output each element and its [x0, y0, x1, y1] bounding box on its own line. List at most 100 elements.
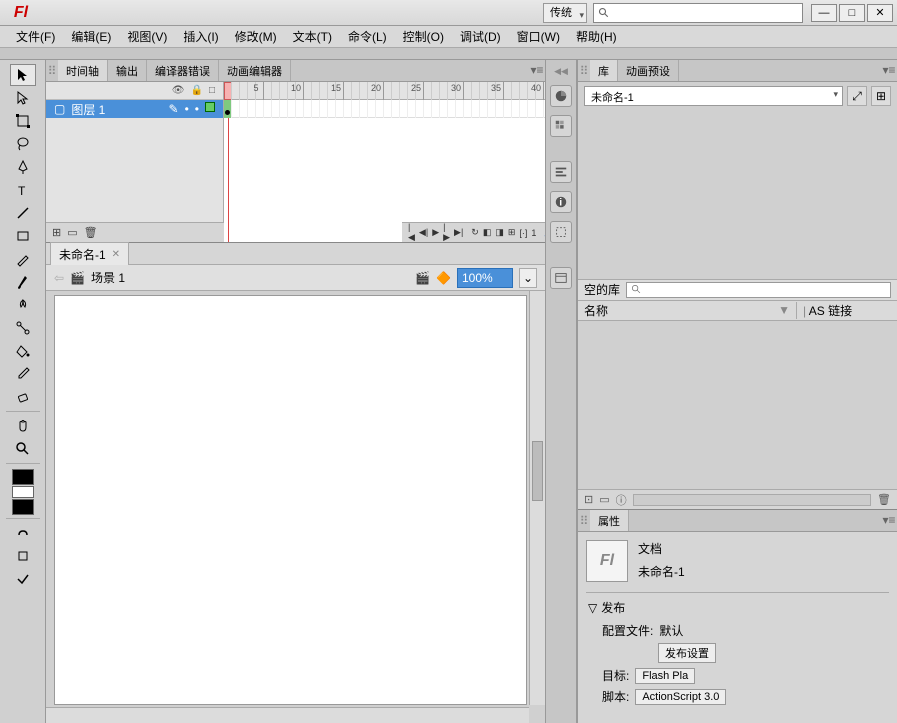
- layer-visible-dot[interactable]: •: [185, 102, 189, 116]
- fill-color-swatch[interactable]: [12, 499, 34, 515]
- free-transform-tool[interactable]: [10, 110, 36, 132]
- stroke-color-swatch[interactable]: [12, 469, 34, 485]
- tab-motion-editor[interactable]: 动画编辑器: [219, 60, 291, 81]
- selection-tool[interactable]: [10, 64, 36, 86]
- eye-column-icon[interactable]: 👁: [172, 85, 185, 96]
- onion-skin-button[interactable]: ◧: [483, 226, 492, 240]
- snap-to-objects-toggle[interactable]: [10, 522, 36, 544]
- delete-layer-button[interactable]: 🗑: [84, 226, 98, 239]
- eyedropper-tool[interactable]: [10, 363, 36, 385]
- outline-column-icon[interactable]: □: [209, 85, 215, 96]
- pen-tool[interactable]: [10, 156, 36, 178]
- library-scrollbar[interactable]: [633, 494, 871, 506]
- menu-modify[interactable]: 修改(M): [229, 26, 283, 47]
- script-dropdown[interactable]: ActionScript 3.0: [635, 689, 726, 705]
- layer-outline-box[interactable]: [205, 102, 215, 112]
- rectangle-tool[interactable]: [10, 225, 36, 247]
- fps-display[interactable]: 24.00 fps: [544, 222, 545, 243]
- vertical-scrollbar[interactable]: [529, 291, 545, 705]
- close-document-button[interactable]: ✕: [112, 249, 120, 260]
- tab-compiler-errors[interactable]: 编译器错误: [147, 60, 219, 81]
- menu-window[interactable]: 窗口(W): [511, 26, 566, 47]
- brush-tool[interactable]: [10, 271, 36, 293]
- step-forward-button[interactable]: |▶: [443, 226, 450, 240]
- goto-first-frame-button[interactable]: |◀: [408, 226, 415, 240]
- tab-output[interactable]: 输出: [108, 60, 147, 81]
- modify-markers-button[interactable]: [·]: [519, 226, 527, 240]
- bone-tool[interactable]: [10, 317, 36, 339]
- menu-insert[interactable]: 插入(I): [177, 26, 224, 47]
- goto-last-frame-button[interactable]: ▶|: [454, 226, 463, 240]
- subselection-tool[interactable]: [10, 87, 36, 109]
- scene-back-button[interactable]: ⇦: [54, 271, 64, 285]
- help-search-input[interactable]: [593, 3, 803, 23]
- transform-panel-button[interactable]: [550, 221, 572, 243]
- horizontal-scrollbar[interactable]: [46, 707, 529, 723]
- stage-canvas[interactable]: [54, 295, 527, 705]
- code-snippets-panel-button[interactable]: [550, 267, 572, 289]
- publish-settings-button[interactable]: 发布设置: [658, 643, 716, 663]
- frames-area[interactable]: 510152025303540 |◀ ◀| ▶ |▶ ▶| ↻ ◧ ◨ ⊞: [224, 82, 545, 242]
- pencil-tool[interactable]: [10, 248, 36, 270]
- library-column-aslink[interactable]: | AS 链接: [797, 302, 897, 319]
- menu-view[interactable]: 视图(V): [121, 26, 173, 47]
- maximize-button[interactable]: □: [839, 4, 865, 22]
- deco-tool[interactable]: [10, 294, 36, 316]
- panel-grip-icon[interactable]: ⠿: [46, 60, 58, 81]
- eraser-tool[interactable]: [10, 386, 36, 408]
- line-tool[interactable]: [10, 202, 36, 224]
- current-frame-field[interactable]: 1: [531, 226, 536, 240]
- new-symbol-button[interactable]: ⊡: [584, 493, 593, 506]
- lock-column-icon[interactable]: 🔒: [191, 85, 203, 96]
- document-tab[interactable]: 未命名-1 ✕: [50, 242, 129, 266]
- zoom-field[interactable]: 100%: [457, 268, 513, 288]
- library-item-list[interactable]: [578, 321, 897, 490]
- dock-expand-icon[interactable]: ◀◀: [554, 66, 568, 77]
- menu-debug[interactable]: 调试(D): [454, 26, 507, 47]
- paint-bucket-tool[interactable]: [10, 340, 36, 362]
- menu-text[interactable]: 文本(T): [287, 26, 338, 47]
- library-document-dropdown[interactable]: 未命名-1: [584, 86, 843, 106]
- panel-menu-icon[interactable]: ▾≡: [881, 60, 897, 81]
- lasso-tool[interactable]: [10, 133, 36, 155]
- menu-file[interactable]: 文件(F): [10, 26, 61, 47]
- step-back-button[interactable]: ◀|: [419, 226, 428, 240]
- menu-edit[interactable]: 编辑(E): [65, 26, 117, 47]
- workspace-layout-dropdown[interactable]: 传统: [543, 3, 587, 23]
- panel-grip-icon[interactable]: ⠿: [578, 60, 590, 81]
- tab-motion-presets[interactable]: 动画预设: [618, 60, 679, 81]
- text-tool[interactable]: T: [10, 179, 36, 201]
- zoom-tool[interactable]: [10, 438, 36, 460]
- loop-button[interactable]: ↻: [471, 226, 479, 240]
- layer-row[interactable]: ▢ 图层 1 ✎ • •: [46, 100, 223, 118]
- publish-section-toggle[interactable]: ▽ 发布: [588, 599, 887, 616]
- menu-help[interactable]: 帮助(H): [570, 26, 623, 47]
- delete-button[interactable]: 🗑: [877, 493, 891, 506]
- swap-colors-icon[interactable]: [12, 486, 34, 498]
- layer-lock-dot[interactable]: •: [195, 102, 199, 116]
- color-panel-button[interactable]: [550, 85, 572, 107]
- align-panel-button[interactable]: [550, 161, 572, 183]
- zoom-dropdown[interactable]: ⌄: [519, 268, 537, 288]
- panel-grip-icon[interactable]: ⠿: [578, 510, 590, 531]
- target-dropdown[interactable]: Flash Pla: [635, 668, 695, 684]
- panel-menu-icon[interactable]: ▾≡: [881, 510, 897, 531]
- edit-scene-button[interactable]: 🎬: [415, 271, 430, 285]
- new-folder-button[interactable]: ▭: [67, 226, 77, 239]
- hand-tool[interactable]: [10, 415, 36, 437]
- panel-menu-icon[interactable]: ▾≡: [529, 60, 545, 81]
- info-panel-button[interactable]: i: [550, 191, 572, 213]
- tool-option-2[interactable]: [10, 568, 36, 590]
- play-button[interactable]: ▶: [432, 226, 439, 240]
- swatches-panel-button[interactable]: [550, 115, 572, 137]
- tab-library[interactable]: 库: [590, 60, 618, 81]
- menu-control[interactable]: 控制(O): [397, 26, 450, 47]
- properties-button[interactable]: ⓘ: [616, 492, 627, 508]
- onion-skin-outlines-button[interactable]: ◨: [495, 226, 504, 240]
- close-button[interactable]: ✕: [867, 4, 893, 22]
- library-search-input[interactable]: [626, 282, 891, 298]
- new-folder-button[interactable]: ▭: [599, 493, 609, 506]
- menu-commands[interactable]: 命令(L): [342, 26, 393, 47]
- edit-symbols-button[interactable]: 🔶: [436, 271, 451, 285]
- new-layer-button[interactable]: ⊞: [52, 226, 61, 239]
